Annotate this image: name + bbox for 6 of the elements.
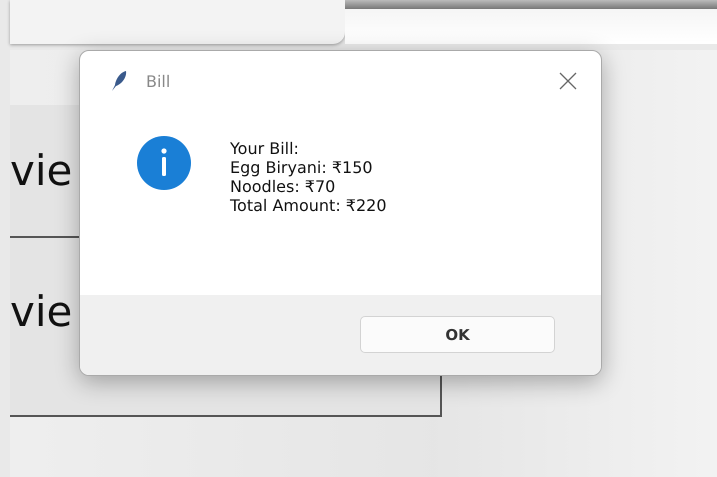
feather-icon [110,70,128,92]
close-icon[interactable] [559,72,577,90]
message-text: Your Bill: Egg Biryani: ₹150 Noodles: ₹70 Total Amount: ₹220 [230,139,387,215]
info-icon [136,135,192,191]
ok-button[interactable]: OK [360,316,555,353]
window-title: Bill [146,72,172,90]
